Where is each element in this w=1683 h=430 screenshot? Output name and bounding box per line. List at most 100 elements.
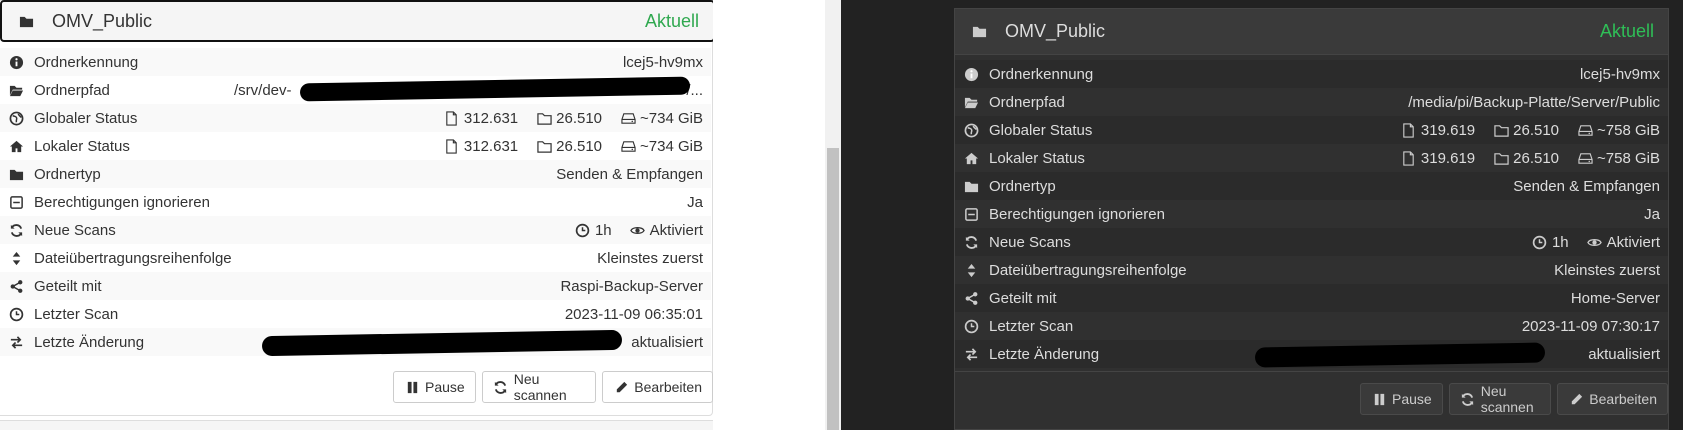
folder-icon bbox=[963, 178, 979, 194]
edit-button[interactable]: Bearbeiten bbox=[602, 371, 713, 403]
row-shared-with: Geteilt mit Home-Server bbox=[955, 284, 1668, 312]
minus-square-icon bbox=[8, 194, 24, 210]
shared-with-value[interactable]: Home-Server bbox=[1571, 290, 1660, 307]
size-value: ~734 GiB bbox=[640, 109, 703, 127]
row-last-scan: Letzter Scan 2023-11-09 07:30:17 bbox=[955, 312, 1668, 340]
clock-icon bbox=[1532, 234, 1548, 250]
row-label: Geteilt mit bbox=[989, 289, 1057, 307]
shared-with-value[interactable]: Raspi-Backup-Server bbox=[560, 278, 703, 295]
row-label: Letzte Änderung bbox=[34, 333, 145, 351]
pull-order-value: Kleinstes zuerst bbox=[597, 249, 703, 267]
folder-status: Aktuell bbox=[644, 10, 699, 31]
folder-outline-icon bbox=[536, 110, 552, 126]
globe-icon bbox=[8, 110, 24, 126]
row-label: Letzter Scan bbox=[34, 305, 119, 323]
row-label: Dateiübertragungsreihenfolge bbox=[989, 261, 1187, 279]
row-value: aktualisiert bbox=[631, 334, 703, 351]
watch-status: Aktiviert bbox=[1606, 233, 1660, 251]
next-panel-edge bbox=[0, 420, 713, 430]
folder-outline-icon bbox=[1493, 150, 1509, 166]
file-count: 312.631 bbox=[463, 137, 519, 155]
folder-open-icon bbox=[8, 82, 24, 98]
clock-icon bbox=[575, 222, 591, 238]
row-rescans: Neue Scans 1h Aktiviert bbox=[955, 228, 1668, 256]
file-icon bbox=[1401, 150, 1417, 166]
row-value: 2023-11-09 07:30:17 bbox=[1522, 318, 1660, 335]
row-label: Globaler Status bbox=[34, 109, 138, 127]
folder-details: Ordnerkennung lcej5-hv9mx Ordnerpfad /me… bbox=[955, 60, 1668, 368]
hdd-icon bbox=[620, 138, 636, 154]
row-label: Letzte Änderung bbox=[989, 345, 1100, 363]
share-icon bbox=[963, 290, 979, 306]
last-scan-value: 2023-11-09 07:30:17 bbox=[1521, 317, 1660, 335]
row-label: Berechtigungen ignorieren bbox=[34, 193, 210, 211]
refresh-icon bbox=[1460, 391, 1476, 407]
exchange-icon bbox=[963, 346, 979, 362]
row-label: Ordnerkennung bbox=[989, 65, 1094, 83]
row-last-change: Letzte Änderung aktualisiert bbox=[955, 340, 1668, 368]
pause-button[interactable]: Pause bbox=[1360, 383, 1443, 415]
dark-folder-panel: OMV_Public Aktuell Ordnerkennung lcej5-h… bbox=[841, 0, 1683, 430]
folder-title: OMV_Public bbox=[1005, 21, 1106, 41]
row-value: lcej5-hv9mx bbox=[1580, 66, 1660, 83]
row-local-status: Lokaler Status 319.619 26.510 ~758 GiB bbox=[955, 144, 1668, 172]
eye-icon bbox=[630, 222, 646, 238]
row-value: Senden & Empfangen bbox=[556, 166, 703, 183]
folder-status: Aktuell bbox=[1599, 21, 1654, 41]
rescan-interval: 1h bbox=[1551, 233, 1569, 251]
row-pull-order: Dateiübertragungsreihenfolge Kleinstes z… bbox=[0, 244, 711, 272]
vertical-scrollbar[interactable] bbox=[825, 0, 841, 430]
last-scan-value: 2023-11-09 06:35:01 bbox=[564, 305, 703, 323]
row-value: Senden & Empfangen bbox=[1513, 178, 1660, 195]
row-value: Ja bbox=[1644, 206, 1660, 223]
folder-type-value: Senden & Empfangen bbox=[556, 165, 703, 183]
folder-open-icon bbox=[963, 94, 979, 110]
scrollbar-thumb[interactable] bbox=[827, 148, 839, 430]
row-ignore-perms: Berechtigungen ignorieren Ja bbox=[0, 188, 711, 216]
pencil-icon bbox=[1568, 391, 1584, 407]
row-label: Ordnerpfad bbox=[34, 81, 110, 99]
folder-outline-icon bbox=[536, 138, 552, 154]
folder-outline-icon bbox=[1493, 122, 1509, 138]
row-value: Ja bbox=[687, 194, 703, 211]
panel-footer-divider bbox=[955, 371, 1668, 372]
pull-order-value: Kleinstes zuerst bbox=[1554, 261, 1660, 279]
row-last-scan: Letzter Scan 2023-11-09 06:35:01 bbox=[0, 300, 711, 328]
size-value: ~758 GiB bbox=[1597, 121, 1660, 139]
edit-button[interactable]: Bearbeiten bbox=[1557, 383, 1668, 415]
rescan-button[interactable]: Neu scannen bbox=[481, 371, 597, 403]
row-value: 312.631 26.510 ~734 GiB bbox=[444, 138, 703, 155]
clock-icon bbox=[8, 306, 24, 322]
row-label: Ordnerpfad bbox=[989, 93, 1065, 111]
row-folder-type: Ordnertyp Senden & Empfangen bbox=[0, 160, 711, 188]
row-label: Berechtigungen ignorieren bbox=[989, 205, 1165, 223]
info-icon bbox=[8, 54, 24, 70]
row-value: Raspi-Backup-Server bbox=[560, 278, 703, 295]
globe-icon bbox=[963, 122, 979, 138]
redaction-mark bbox=[1254, 342, 1546, 368]
rescan-interval: 1h bbox=[594, 221, 612, 239]
pause-button[interactable]: Pause bbox=[393, 371, 476, 403]
rescan-button[interactable]: Neu scannen bbox=[1448, 383, 1552, 415]
file-icon bbox=[444, 138, 460, 154]
pause-label: Pause bbox=[425, 379, 465, 395]
share-icon bbox=[8, 278, 24, 294]
row-value: 2023-11-09 06:35:01 bbox=[565, 306, 703, 323]
row-folder-type: Ordnertyp Senden & Empfangen bbox=[955, 172, 1668, 200]
row-shared-with: Geteilt mit Raspi-Backup-Server bbox=[0, 272, 711, 300]
hdd-icon bbox=[1577, 122, 1593, 138]
hdd-icon bbox=[620, 110, 636, 126]
eye-icon bbox=[1587, 234, 1603, 250]
row-folder-id: Ordnerkennung lcej5-hv9mx bbox=[0, 48, 711, 76]
redaction-mark bbox=[299, 76, 691, 102]
size-value: ~758 GiB bbox=[1597, 149, 1660, 167]
ignore-perms-value: Ja bbox=[1644, 205, 1660, 223]
folder-panel-heading[interactable]: OMV_Public Aktuell bbox=[0, 0, 715, 42]
file-icon bbox=[444, 110, 460, 126]
file-count: 319.619 bbox=[1420, 149, 1476, 167]
watch-status: Aktiviert bbox=[649, 221, 703, 239]
folder-panel-heading[interactable]: OMV_Public Aktuell bbox=[955, 9, 1668, 55]
folder-details: Ordnerkennung lcej5-hv9mx Ordnerpfad /sr… bbox=[0, 48, 711, 357]
row-value: Kleinstes zuerst bbox=[597, 250, 703, 267]
sort-icon bbox=[8, 250, 24, 266]
